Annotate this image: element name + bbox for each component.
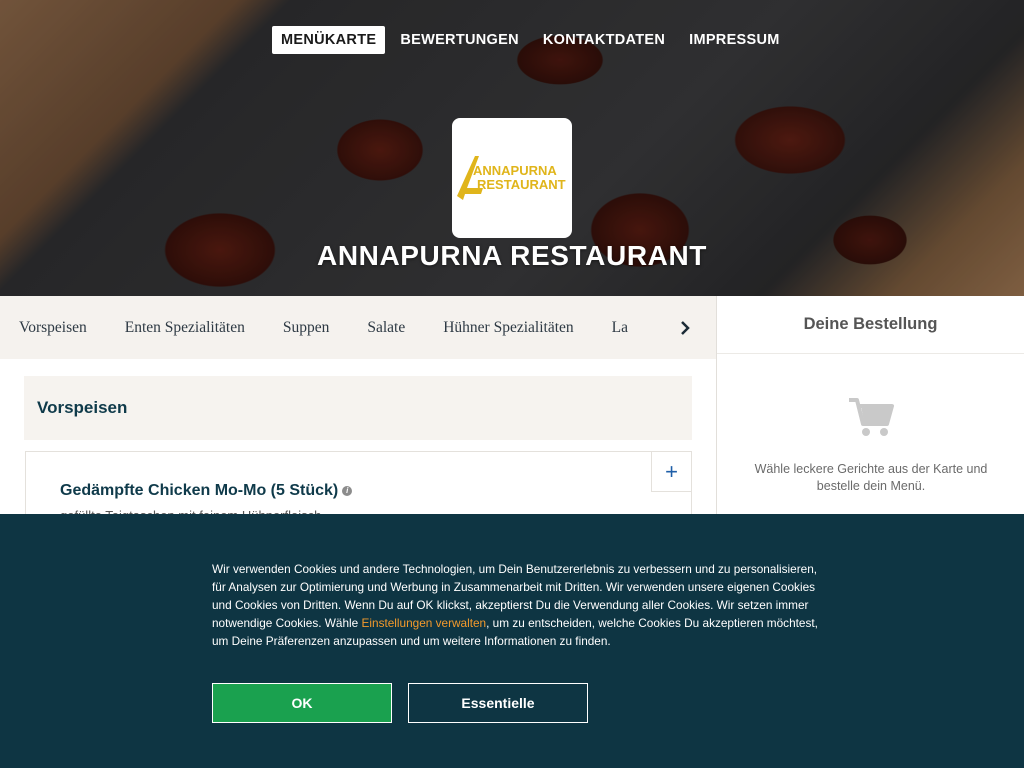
empty-cart-text: Wähle leckere Gerichte aus der Karte und… — [754, 462, 988, 493]
category-bar: Vorspeisen Enten Spezialitäten Suppen Sa… — [0, 296, 716, 359]
dish-name-text: Gedämpfte Chicken Mo-Mo (5 Stück) — [60, 482, 339, 499]
add-dish-button[interactable]: + — [651, 452, 691, 492]
nav-kontaktdaten[interactable]: KONTAKTDATEN — [534, 26, 674, 54]
top-navigation: MENÜKARTE BEWERTUNGEN KONTAKTDATEN IMPRE… — [272, 26, 795, 54]
nav-bewertungen[interactable]: BEWERTUNGEN — [391, 26, 528, 54]
ok-button[interactable]: OK — [212, 683, 392, 723]
annapurna-logo-mark: ANNAPURNA RESTAURANT — [457, 156, 566, 200]
order-title: Deine Bestellung — [717, 296, 1024, 354]
section-title: Vorspeisen — [37, 398, 128, 417]
category-enten-spezialitaeten[interactable]: Enten Spezialitäten — [125, 319, 245, 337]
svg-text:ANNAPURNA: ANNAPURNA — [473, 163, 557, 178]
chevron-right-icon[interactable] — [665, 296, 705, 359]
cookie-banner: Wir verwenden Cookies und andere Technol… — [0, 514, 1024, 768]
cookie-text: Wir verwenden Cookies und andere Technol… — [212, 560, 822, 650]
restaurant-title: ANNAPURNA RESTAURANT — [317, 240, 707, 271]
nav-impressum[interactable]: IMPRESSUM — [680, 26, 789, 54]
category-suppen[interactable]: Suppen — [283, 319, 330, 337]
shopping-cart-icon — [847, 396, 895, 443]
category-huehner-spezialitaeten[interactable]: Hühner Spezialitäten — [443, 319, 573, 337]
dish-name: Gedämpfte Chicken Mo-Mo (5 Stück) i — [60, 482, 353, 500]
svg-text:RESTAURANT: RESTAURANT — [477, 177, 566, 192]
manage-settings-link[interactable]: Einstellungen verwalten — [362, 616, 487, 630]
restaurant-logo: ANNAPURNA RESTAURANT — [452, 118, 572, 238]
nav-menukarte[interactable]: MENÜKARTE — [272, 26, 386, 54]
essential-button[interactable]: Essentielle — [408, 683, 588, 723]
section-header: Vorspeisen — [24, 376, 692, 440]
hero-banner: MENÜKARTE BEWERTUNGEN KONTAKTDATEN IMPRE… — [0, 0, 1024, 296]
category-vorspeisen[interactable]: Vorspeisen — [19, 319, 87, 337]
info-icon[interactable]: i — [342, 485, 353, 496]
category-la[interactable]: La — [612, 319, 628, 337]
category-salate[interactable]: Salate — [367, 319, 405, 337]
